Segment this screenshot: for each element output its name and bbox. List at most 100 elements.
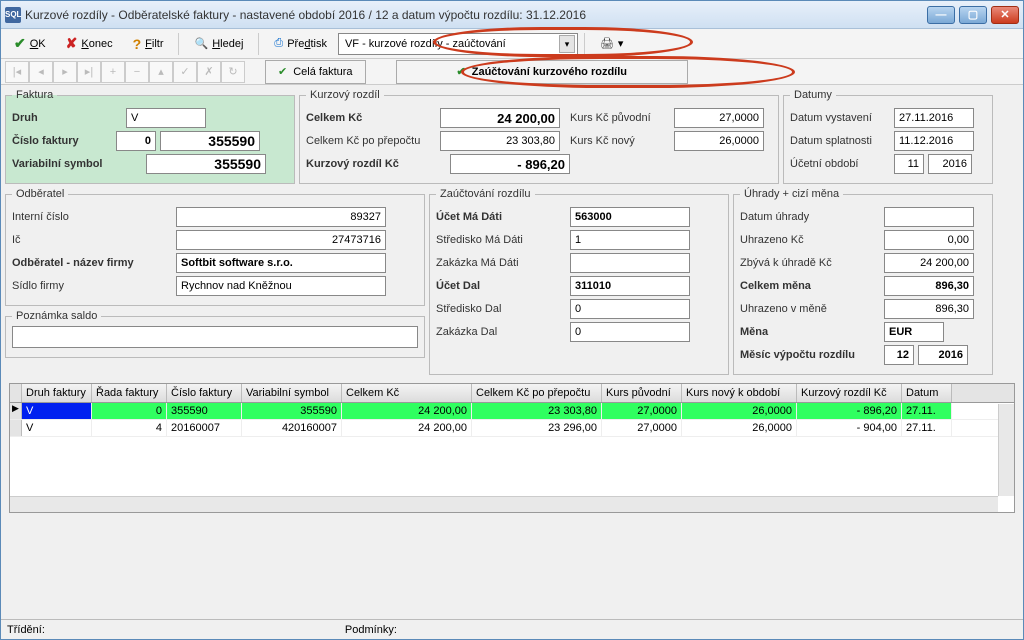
- poznamka-panel: Poznámka saldo: [5, 310, 425, 358]
- cislo-b-field[interactable]: 355590: [160, 131, 260, 151]
- obd-r-field[interactable]: 2016: [928, 154, 972, 174]
- smd-field[interactable]: 1: [570, 230, 690, 250]
- po-field[interactable]: 23 303,80: [440, 131, 560, 151]
- cela-faktura-button[interactable]: ✔Celá faktura: [265, 60, 366, 84]
- datumy-legend: Datumy: [790, 89, 836, 101]
- sidlo-label: Sídlo firmy: [12, 280, 172, 292]
- pozn-field[interactable]: [12, 326, 418, 348]
- zmd-field[interactable]: [570, 253, 690, 273]
- col-kn[interactable]: Kurs nový k období: [682, 384, 797, 402]
- nav-edit[interactable]: ▴: [149, 61, 173, 83]
- minimize-button[interactable]: —: [927, 6, 955, 24]
- nav-refresh[interactable]: ↻: [221, 61, 245, 83]
- cm-field[interactable]: 896,30: [884, 276, 974, 296]
- celkem-label: Celkem Kč: [306, 112, 436, 124]
- col-dat[interactable]: Datum: [902, 384, 952, 402]
- maximize-button[interactable]: ▢: [959, 6, 987, 24]
- kurz-legend: Kurzový rozdíl: [306, 89, 384, 101]
- odb-legend: Odběratel: [12, 188, 68, 200]
- nav-add[interactable]: +: [101, 61, 125, 83]
- d-field[interactable]: 311010: [570, 276, 690, 296]
- nav-cancel[interactable]: ✗: [197, 61, 221, 83]
- obd-label: Účetní období: [790, 158, 890, 170]
- druh-field[interactable]: V: [126, 108, 206, 128]
- uhrady-panel: Úhrady + cizí měna Datum úhrady Uhrazeno…: [733, 188, 993, 375]
- sd-field[interactable]: 0: [570, 299, 690, 319]
- nazev-field[interactable]: Softbit software s.r.o.: [176, 253, 386, 273]
- col-vs[interactable]: Variabilní symbol: [242, 384, 342, 402]
- nav-row: |◂ ◂ ▸ ▸| + − ▴ ✓ ✗ ↻ ✔Celá faktura ✔Zaú…: [1, 59, 1023, 85]
- ic-field[interactable]: 27473716: [176, 230, 386, 250]
- nav-next[interactable]: ▸: [53, 61, 77, 83]
- print-button[interactable]: 🖨▾: [591, 32, 633, 56]
- nav-prev[interactable]: ◂: [29, 61, 53, 83]
- ok-button[interactable]: ✔OOKK: [5, 32, 55, 56]
- app-icon: SQL: [5, 7, 21, 23]
- data-grid[interactable]: Druh faktury Řada faktury Číslo faktury …: [9, 383, 1015, 513]
- zauct-panel: Zaúčtování rozdílu Účet Má Dáti 563000 S…: [429, 188, 729, 375]
- report-combo[interactable]: VF - kurzové rozdíly - zaúčtování ▾: [338, 33, 578, 55]
- col-kr[interactable]: Kurzový rozdíl Kč: [797, 384, 902, 402]
- chevron-down-icon[interactable]: ▾: [559, 35, 575, 53]
- rozdil-field[interactable]: - 896,20: [450, 154, 570, 174]
- nav-first[interactable]: |◂: [5, 61, 29, 83]
- sidlo-field[interactable]: Rychnov nad Kněžnou: [176, 276, 386, 296]
- mes-label: Měsíc výpočtu rozdílu: [740, 349, 880, 361]
- kurs-novy-label: Kurs Kč nový: [570, 135, 670, 147]
- smd-label: Středisko Má Dáti: [436, 234, 566, 246]
- um-field[interactable]: 896,30: [884, 299, 974, 319]
- vs-field[interactable]: 355590: [146, 154, 266, 174]
- uk-field[interactable]: 0,00: [884, 230, 974, 250]
- sd-label: Středisko Dal: [436, 303, 566, 315]
- hledej-button[interactable]: 🔍Hledej: [185, 32, 252, 56]
- konec-button[interactable]: ✘Konec: [57, 32, 122, 56]
- filtr-button[interactable]: ?Filtr: [124, 32, 173, 56]
- mena-label: Měna: [740, 326, 880, 338]
- zb-field[interactable]: 24 200,00: [884, 253, 974, 273]
- int-field[interactable]: 89327: [176, 207, 386, 227]
- kurz-panel: Kurzový rozdíl Celkem Kč 24 200,00 Kurs …: [299, 89, 779, 184]
- col-cislo[interactable]: Číslo faktury: [167, 384, 242, 402]
- cislo-a-field[interactable]: 0: [116, 131, 156, 151]
- toolbar: ✔OOKK ✘Konec ?Filtr 🔍Hledej ⎙Předtisk VF…: [1, 29, 1023, 59]
- col-celkem[interactable]: Celkem Kč: [342, 384, 472, 402]
- report-combo-value: VF - kurzové rozdíly - zaúčtování: [345, 38, 559, 50]
- window-title: Kurzové rozdíly - Odběratelské faktury -…: [25, 8, 927, 22]
- spl-label: Datum splatnosti: [790, 135, 890, 147]
- du-field[interactable]: [884, 207, 974, 227]
- kurs-puv-label: Kurs Kč původní: [570, 112, 670, 124]
- kurs-novy-field[interactable]: 26,0000: [674, 131, 764, 151]
- celkem-field[interactable]: 24 200,00: [440, 108, 560, 128]
- col-druh[interactable]: Druh faktury: [22, 384, 92, 402]
- zauctovani-button[interactable]: ✔Zaúčtování kurzového rozdílu: [396, 60, 688, 84]
- col-kp[interactable]: Kurs původní: [602, 384, 682, 402]
- nav-post[interactable]: ✓: [173, 61, 197, 83]
- col-rada[interactable]: Řada faktury: [92, 384, 167, 402]
- druh-label: Druh: [12, 112, 122, 124]
- obd-m-field[interactable]: 11: [894, 154, 924, 174]
- titlebar: SQL Kurzové rozdíly - Odběratelské faktu…: [1, 1, 1023, 29]
- nav-del[interactable]: −: [125, 61, 149, 83]
- mes-r-field[interactable]: 2016: [918, 345, 968, 365]
- table-row[interactable]: V 4 20160007 420160007 24 200,00 23 296,…: [10, 420, 1014, 437]
- predtisk-button[interactable]: ⎙Předtisk: [265, 32, 336, 56]
- rozdil-label: Kurzový rozdíl Kč: [306, 158, 446, 170]
- md-field[interactable]: 563000: [570, 207, 690, 227]
- uk-label: Uhrazeno Kč: [740, 234, 880, 246]
- scrollbar-vertical[interactable]: [998, 404, 1014, 496]
- close-button[interactable]: ✕: [991, 6, 1019, 24]
- pozn-legend: Poznámka saldo: [12, 310, 101, 322]
- scrollbar-horizontal[interactable]: [10, 496, 998, 512]
- int-label: Interní číslo: [12, 211, 172, 223]
- podminky-label: Podmínky:: [345, 624, 397, 636]
- nav-last[interactable]: ▸|: [77, 61, 101, 83]
- mena-field[interactable]: EUR: [884, 322, 944, 342]
- md-label: Účet Má Dáti: [436, 211, 566, 223]
- zd-field[interactable]: 0: [570, 322, 690, 342]
- col-po[interactable]: Celkem Kč po přepočtu: [472, 384, 602, 402]
- kurs-puv-field[interactable]: 27,0000: [674, 108, 764, 128]
- mes-m-field[interactable]: 12: [884, 345, 914, 365]
- vyst-field[interactable]: 27.11.2016: [894, 108, 974, 128]
- spl-field[interactable]: 11.12.2016: [894, 131, 974, 151]
- table-row[interactable]: ▶ V 0 355590 355590 24 200,00 23 303,80 …: [10, 403, 1014, 420]
